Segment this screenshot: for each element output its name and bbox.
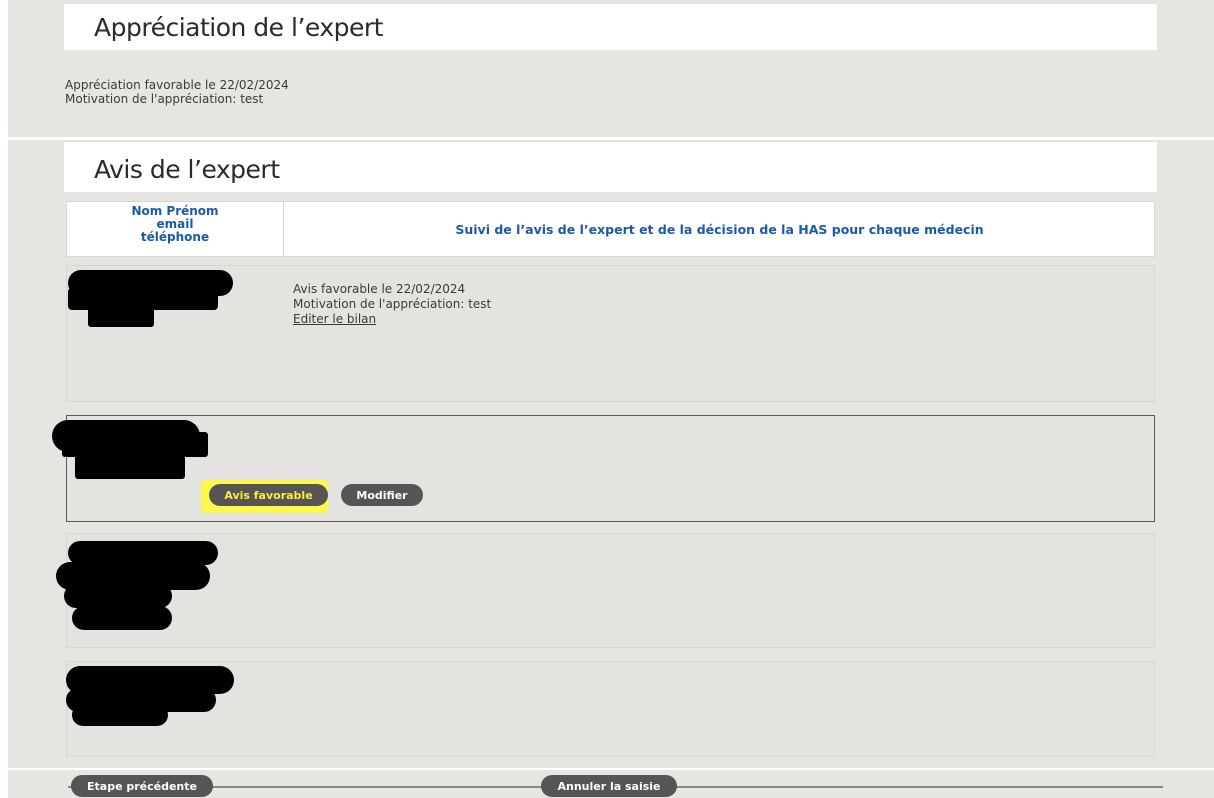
- edit-bilan-link[interactable]: Editer le bilan: [293, 312, 376, 326]
- table-row: [66, 533, 1155, 648]
- avis-header: Avis de l’expert: [64, 142, 1157, 192]
- appreciation-title: Appréciation de l’expert: [94, 13, 383, 42]
- appreciation-date: Appréciation favorable le 22/02/2024: [65, 78, 289, 92]
- cancel-entry-button[interactable]: Annuler la saisie: [541, 775, 677, 797]
- modifier-button[interactable]: Modifier: [341, 484, 423, 506]
- appreciation-motivation: Motivation de l'appréciation: test: [65, 92, 264, 106]
- appreciation-summary: Appréciation favorable le 22/02/2024 Mot…: [65, 78, 289, 106]
- avis-title: Avis de l’expert: [94, 155, 280, 184]
- avis-table-header: Nom Prénom email téléphone Suivi de l’av…: [66, 201, 1155, 257]
- redacted-extra: [72, 606, 172, 630]
- column-header-phone: téléphone: [140, 230, 210, 244]
- redacted-phone: [88, 305, 154, 327]
- column-header-contact: Nom Prénom email téléphone: [67, 202, 284, 256]
- redacted-phone: [75, 455, 185, 479]
- row-avis-date: Avis favorable le 22/02/2024: [293, 282, 466, 296]
- redacted-phone: [72, 704, 168, 726]
- column-header-suivi: Suivi de l’avis de l’expert et de la déc…: [455, 221, 984, 237]
- appreciation-header: Appréciation de l’expert: [64, 4, 1157, 50]
- row-detail: Avis favorable le 22/02/2024 Motivation …: [293, 282, 491, 327]
- previous-step-button[interactable]: Etape précédente: [71, 775, 213, 797]
- redacted-phone: [64, 584, 172, 608]
- redacted-email: [62, 432, 208, 457]
- row-motivation: Motivation de l'appréciation: test: [293, 297, 492, 311]
- avis-favorable-button[interactable]: Avis favorable: [209, 484, 328, 506]
